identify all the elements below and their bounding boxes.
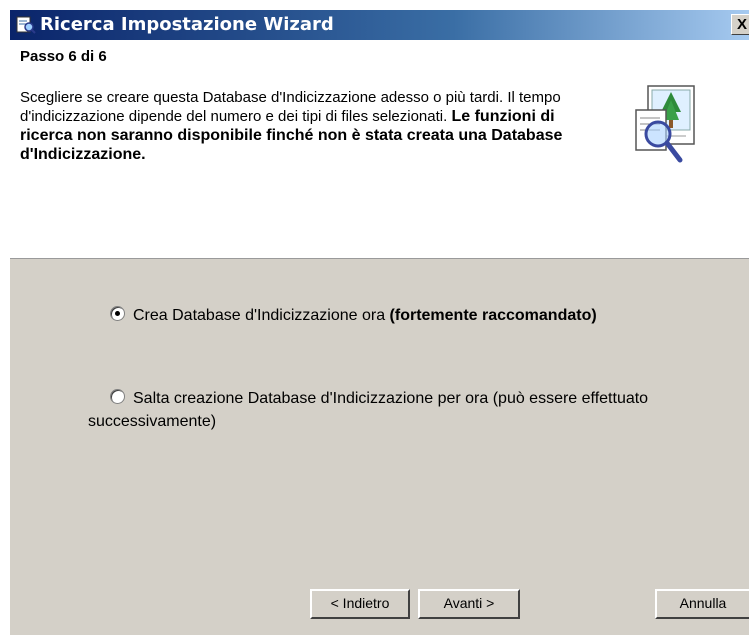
cancel-button[interactable]: Annulla — [655, 589, 749, 619]
app-icon — [16, 16, 36, 34]
option-skip-label: Salta creazione Database d'Indicizzazion… — [88, 390, 649, 430]
step-description: Scegliere se creare questa Database d'In… — [20, 88, 610, 164]
option-create-now-note: (fortemente raccomandato) — [389, 307, 597, 324]
radio-create-now[interactable] — [110, 306, 125, 321]
option-create-now[interactable]: Crea Database d'Indicizzazione ora (fort… — [88, 304, 708, 327]
close-button[interactable]: X — [731, 14, 749, 35]
next-button[interactable]: Avanti > — [418, 589, 520, 619]
wizard-window: Ricerca Impostazione Wizard X Passo 6 di… — [8, 8, 749, 635]
step-title: Passo 6 di 6 — [20, 48, 107, 65]
option-create-now-label: Crea Database d'Indicizzazione ora — [133, 307, 390, 324]
option-skip[interactable]: Salta creazione Database d'Indicizzazion… — [88, 387, 708, 433]
back-button[interactable]: < Indietro — [310, 589, 410, 619]
title-bar[interactable]: Ricerca Impostazione Wizard X — [10, 10, 749, 40]
window-title: Ricerca Impostazione Wizard — [40, 14, 334, 35]
radio-skip[interactable] — [110, 389, 125, 404]
close-icon: X — [736, 16, 747, 33]
search-wizard-icon — [635, 85, 695, 163]
